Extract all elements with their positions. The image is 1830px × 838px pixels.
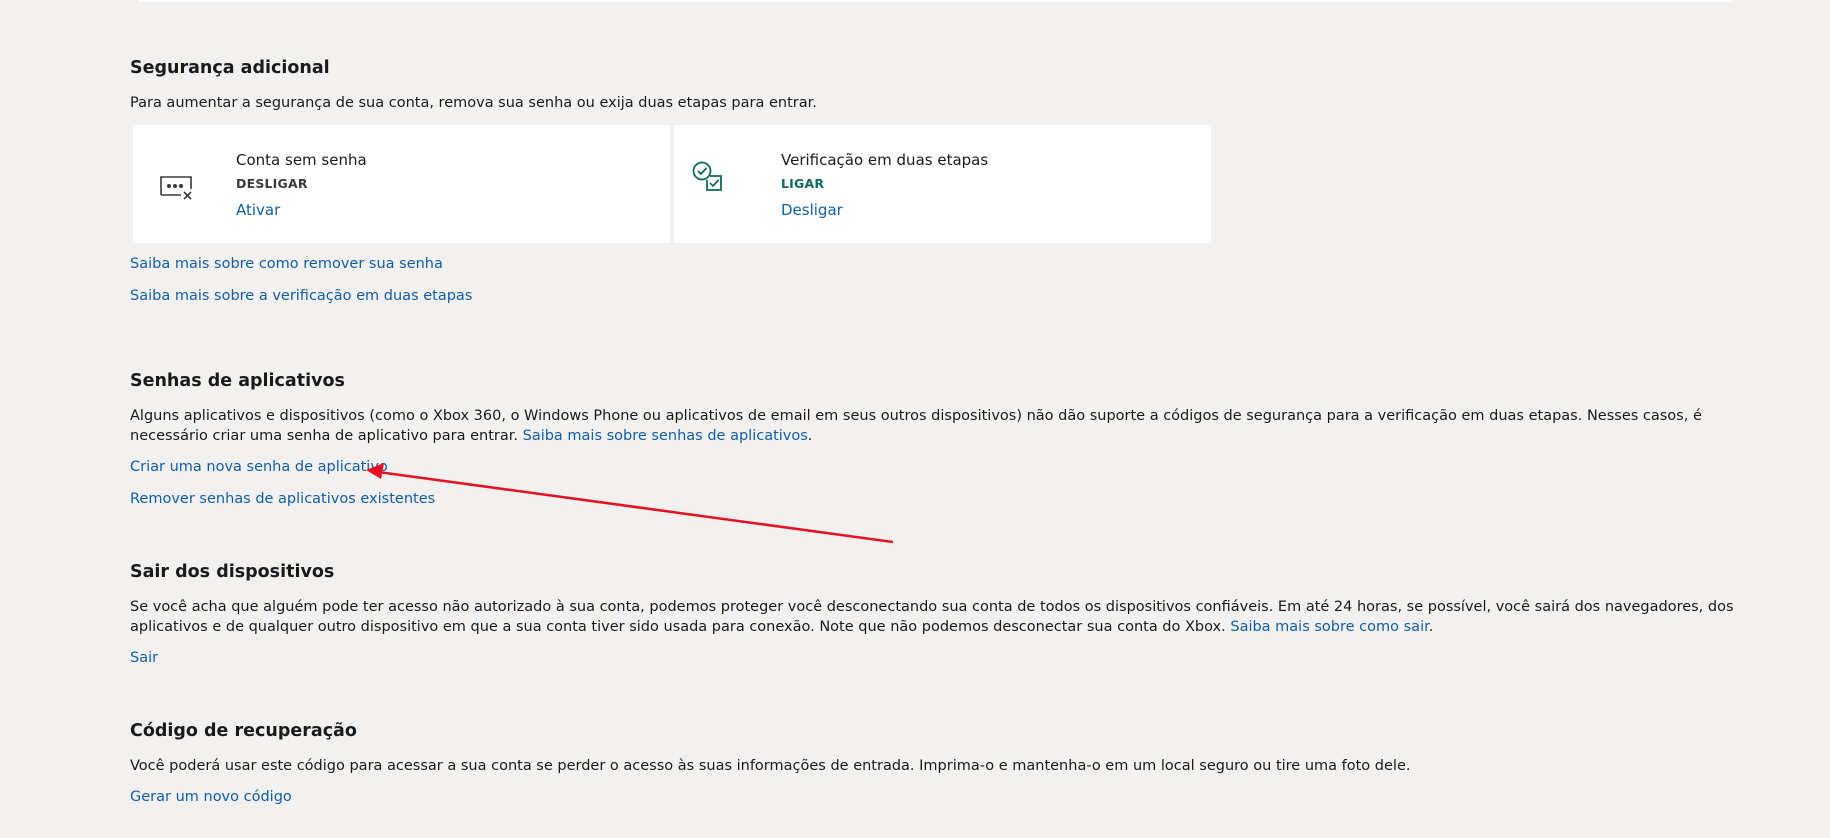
card-title: Verificação em duas etapas xyxy=(781,151,989,169)
section-title-recovery-code: Código de recuperação xyxy=(130,721,357,741)
top-card-edge xyxy=(138,0,1732,2)
activate-link[interactable]: Ativar xyxy=(236,201,280,219)
learn-remove-password-link[interactable]: Saiba mais sobre como remover sua senha xyxy=(130,256,443,272)
section-description-app-passwords: Alguns aplicativos e dispositivos (como … xyxy=(130,408,1702,444)
sign-out-link[interactable]: Sair xyxy=(130,650,158,666)
section-title-app-passwords: Senhas de aplicativos xyxy=(130,371,345,391)
section-title-sign-out: Sair dos dispositivos xyxy=(130,562,335,582)
card-passwordless: Conta sem senha DESLIGAR Ativar xyxy=(133,125,670,243)
learn-two-step-link[interactable]: Saiba mais sobre a verificação em duas e… xyxy=(130,288,472,304)
deactivate-link[interactable]: Desligar xyxy=(781,201,843,219)
learn-app-passwords-link[interactable]: Saiba mais sobre senhas de aplicativos xyxy=(523,428,808,444)
remove-app-passwords-link[interactable]: Remover senhas de aplicativos existentes xyxy=(130,491,435,507)
card-two-step-verification: Verificação em duas etapas LIGAR Desliga… xyxy=(674,125,1211,243)
section-description-recovery-code: Você poderá usar este código para acessa… xyxy=(130,758,1411,774)
passwordless-icon xyxy=(160,176,192,200)
status-label: DESLIGAR xyxy=(236,176,308,191)
status-label: LIGAR xyxy=(781,176,825,191)
learn-sign-out-link[interactable]: Saiba mais sobre como sair xyxy=(1230,619,1428,635)
create-app-password-link[interactable]: Criar uma nova senha de aplicativo xyxy=(130,459,388,475)
two-step-verification-icon xyxy=(692,161,722,191)
card-title: Conta sem senha xyxy=(236,151,367,169)
section-title-additional-security: Segurança adicional xyxy=(130,58,330,78)
section-description-sign-out: Se você acha que alguém pode ter acesso … xyxy=(130,599,1734,635)
generate-new-code-link[interactable]: Gerar um novo código xyxy=(130,789,292,805)
section-description-additional-security: Para aumentar a segurança de sua conta, … xyxy=(130,95,817,111)
